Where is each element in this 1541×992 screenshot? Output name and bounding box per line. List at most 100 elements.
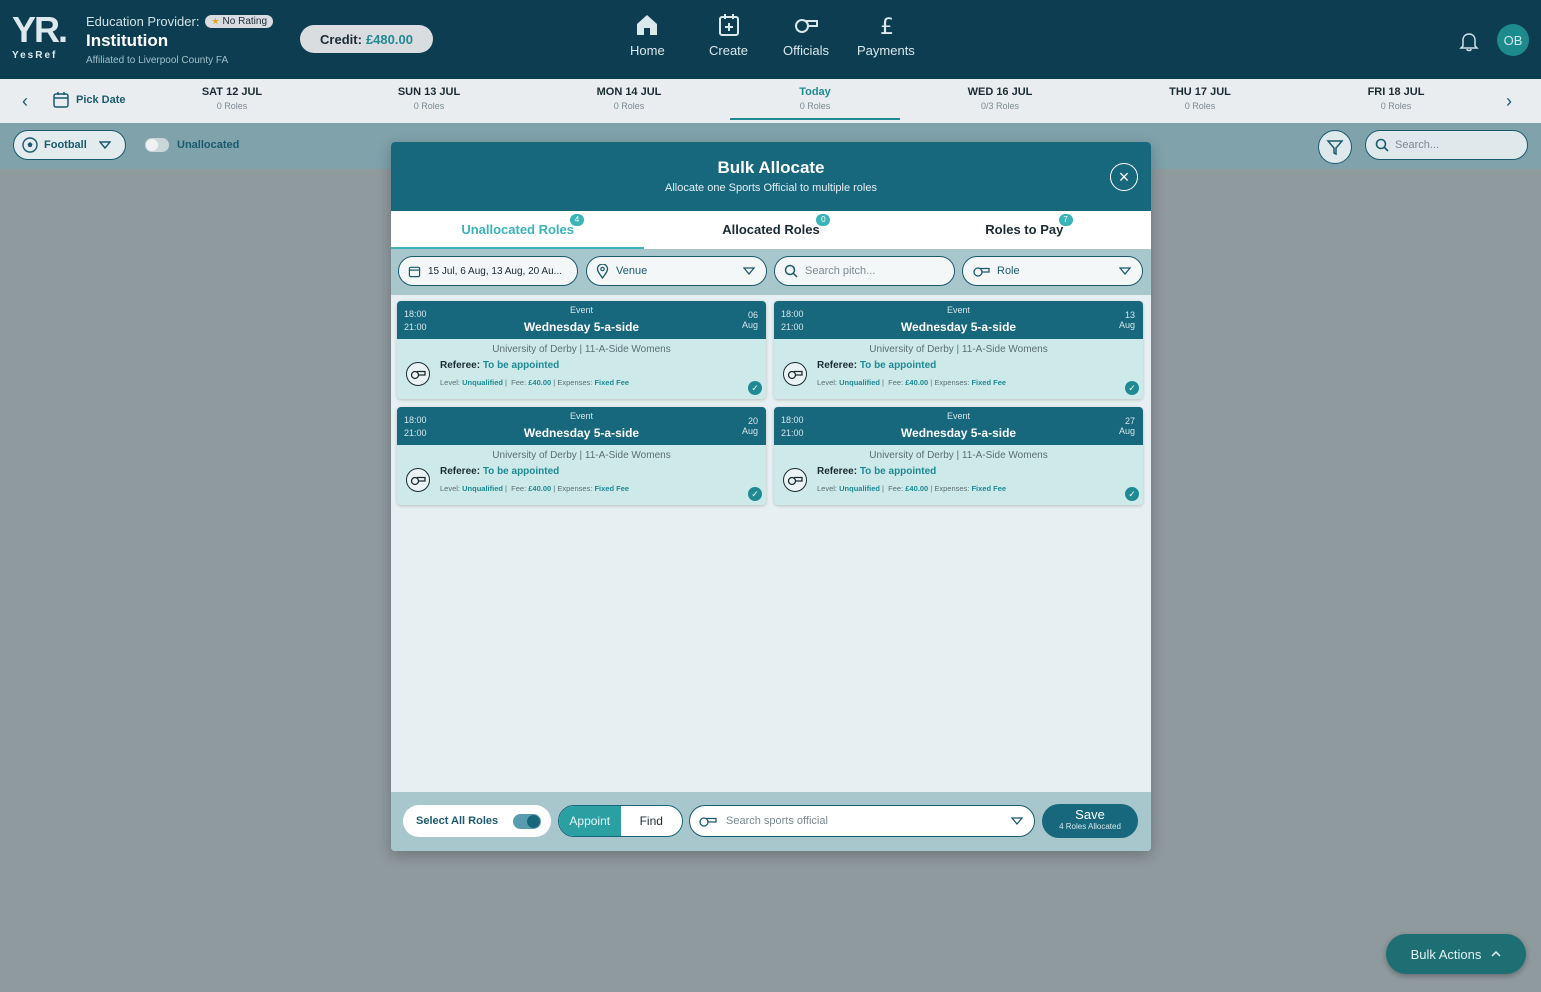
card-date: 27 Aug: [1119, 416, 1135, 436]
tab-roles-to-pay[interactable]: Roles to Pay 7: [898, 211, 1151, 249]
football-icon: [22, 137, 38, 153]
venue-select[interactable]: Venue: [586, 256, 767, 286]
day-label: THU 17 JUL: [1169, 86, 1231, 98]
logo-wordmark: YesRef: [12, 50, 58, 61]
fee-label: Fee:: [511, 484, 527, 493]
bell-icon[interactable]: [1458, 30, 1480, 52]
card-header: 18:00 21:00 Event Wednesday 5-a-side 27 Au…: [774, 407, 1143, 445]
level-label: Level:: [817, 378, 838, 387]
role-placeholder: Role: [997, 265, 1020, 277]
role-meta: Level: Unqualified | Fee: £40.00 | Expen…: [817, 378, 1007, 387]
search-input[interactable]: Search...: [1365, 130, 1528, 160]
day-tab[interactable]: SUN 13 JUL 0 Roles: [344, 86, 514, 111]
check-icon[interactable]: ✓: [748, 381, 762, 395]
card-date: 06 Aug: [742, 310, 758, 330]
day-tab[interactable]: WED 16 JUL 0/3 Roles: [915, 86, 1085, 111]
pick-date-button[interactable]: Pick Date: [52, 91, 126, 109]
expenses-value: Fixed Fee: [971, 484, 1007, 493]
day-tab[interactable]: MON 14 JUL 0 Roles: [544, 86, 714, 111]
card-venue: University of Derby | 11-A-Side Womens: [869, 450, 1048, 461]
role-card[interactable]: 18:00 21:00 Event Wednesday 5-a-side 06 Au…: [397, 301, 766, 399]
check-icon[interactable]: ✓: [1125, 487, 1139, 501]
card-date: 13 Aug: [1119, 310, 1135, 330]
find-option[interactable]: Find: [621, 806, 683, 836]
fee-label: Fee:: [888, 378, 904, 387]
level-value: Unqualified: [462, 484, 503, 493]
sport-select[interactable]: Football: [13, 130, 126, 160]
role-name: Referee:: [440, 466, 481, 477]
nav-create-label: Create: [709, 43, 749, 58]
date-day: 06: [747, 310, 758, 320]
select-all-roles-toggle[interactable]: Select All Roles: [403, 805, 551, 837]
nav-officials[interactable]: Officials: [783, 12, 829, 58]
tab-allocated-roles[interactable]: Allocated Roles 0: [644, 211, 897, 249]
provider-info: Education Provider: ★ No Rating Instituti…: [86, 14, 273, 66]
day-label: SUN 13 JUL: [397, 86, 461, 98]
check-icon[interactable]: ✓: [1125, 381, 1139, 395]
whistle-icon: [795, 19, 818, 33]
user-avatar[interactable]: OB: [1497, 24, 1529, 56]
chevron-left-icon[interactable]: ‹: [22, 91, 28, 112]
whistle-icon: [406, 362, 430, 386]
event-name: Wednesday 5-a-side: [900, 320, 1017, 334]
role-select[interactable]: Role: [962, 256, 1143, 286]
role-meta: Level: Unqualified | Fee: £40.00 | Expen…: [440, 484, 630, 493]
fee-label: Fee:: [888, 484, 904, 493]
chevron-down-icon: [1119, 267, 1131, 276]
sport-label: Football: [44, 139, 87, 151]
role-card[interactable]: 18:00 21:00 Event Wednesday 5-a-side 20 Au…: [397, 407, 766, 505]
close-icon[interactable]: ×: [1110, 163, 1138, 191]
day-roles: 0 Roles: [799, 101, 831, 111]
sports-official-select[interactable]: Search sports official: [689, 805, 1035, 837]
role-name: Referee:: [440, 360, 481, 371]
toggle-switch[interactable]: [145, 138, 169, 152]
card-date: 20 Aug: [742, 416, 758, 436]
modal-filter-bar: 15 Jul, 6 Aug, 13 Aug, 20 Au... Venue Se…: [391, 249, 1151, 295]
tab-unallocated-roles[interactable]: Unallocated Roles 4: [391, 211, 645, 249]
role-card[interactable]: 18:00 21:00 Event Wednesday 5-a-side 27 Au…: [774, 407, 1143, 505]
date-month: Aug: [1118, 426, 1135, 436]
official-placeholder: Search sports official: [726, 815, 828, 827]
fee-label: Fee:: [511, 378, 527, 387]
whistle-icon: [783, 468, 807, 492]
chevron-right-icon[interactable]: ›: [1506, 91, 1512, 112]
check-icon[interactable]: ✓: [748, 487, 762, 501]
card-header: 18:00 21:00 Event Wednesday 5-a-side 13 Au…: [774, 301, 1143, 339]
nav-home[interactable]: Home: [630, 12, 665, 58]
day-roles: 0/3 Roles: [980, 101, 1020, 111]
unallocated-toggle[interactable]: Unallocated: [145, 138, 239, 152]
day-tab[interactable]: FRI 18 JUL 0 Roles: [1311, 86, 1481, 111]
search-icon: [784, 264, 798, 278]
nav-create[interactable]: Create: [709, 12, 748, 58]
nav-payments[interactable]: £ Payments: [857, 12, 915, 58]
modal-header: Bulk Allocate Allocate one Sports Offici…: [391, 142, 1151, 211]
yesref-logo[interactable]: YR. YesRef: [12, 12, 76, 66]
day-label: WED 16 JUL: [967, 86, 1033, 98]
expenses-label: Expenses:: [934, 484, 970, 493]
calendar-plus-icon: [718, 14, 739, 36]
save-button[interactable]: Save 4 Roles Allocated: [1042, 804, 1138, 838]
chevron-up-icon: [1491, 950, 1501, 957]
role-line: Referee: To be appointed: [817, 466, 936, 477]
event-name: Wednesday 5-a-side: [900, 426, 1017, 440]
day-tab[interactable]: SAT 12 JUL 0 Roles: [147, 86, 317, 111]
credit-amount: £480.00: [365, 31, 413, 47]
credit-pill[interactable]: Credit: £480.00: [300, 25, 433, 53]
day-tab-today[interactable]: Today 0 Roles: [730, 86, 900, 120]
date-filter[interactable]: 15 Jul, 6 Aug, 13 Aug, 20 Au...: [398, 256, 578, 286]
provider-name: Institution: [86, 31, 169, 50]
appoint-option[interactable]: Appoint: [559, 806, 621, 836]
filter-button[interactable]: [1318, 130, 1352, 164]
day-tab[interactable]: THU 17 JUL 0 Roles: [1115, 86, 1285, 111]
bulk-allocate-modal: Bulk Allocate Allocate one Sports Offici…: [391, 142, 1151, 851]
home-icon: [637, 15, 658, 35]
role-card[interactable]: 18:00 21:00 Event Wednesday 5-a-side 13 Au…: [774, 301, 1143, 399]
pitch-search-input[interactable]: Search pitch...: [774, 256, 955, 286]
date-day: 27: [1124, 416, 1135, 426]
day-label: MON 14 JUL: [596, 86, 662, 98]
card-venue: University of Derby | 11-A-Side Womens: [492, 344, 671, 355]
toggle-switch[interactable]: [513, 814, 541, 829]
day-roles: 0 Roles: [613, 101, 645, 111]
bulk-actions-button[interactable]: Bulk Actions: [1386, 934, 1526, 974]
chevron-down-icon: [98, 141, 111, 150]
